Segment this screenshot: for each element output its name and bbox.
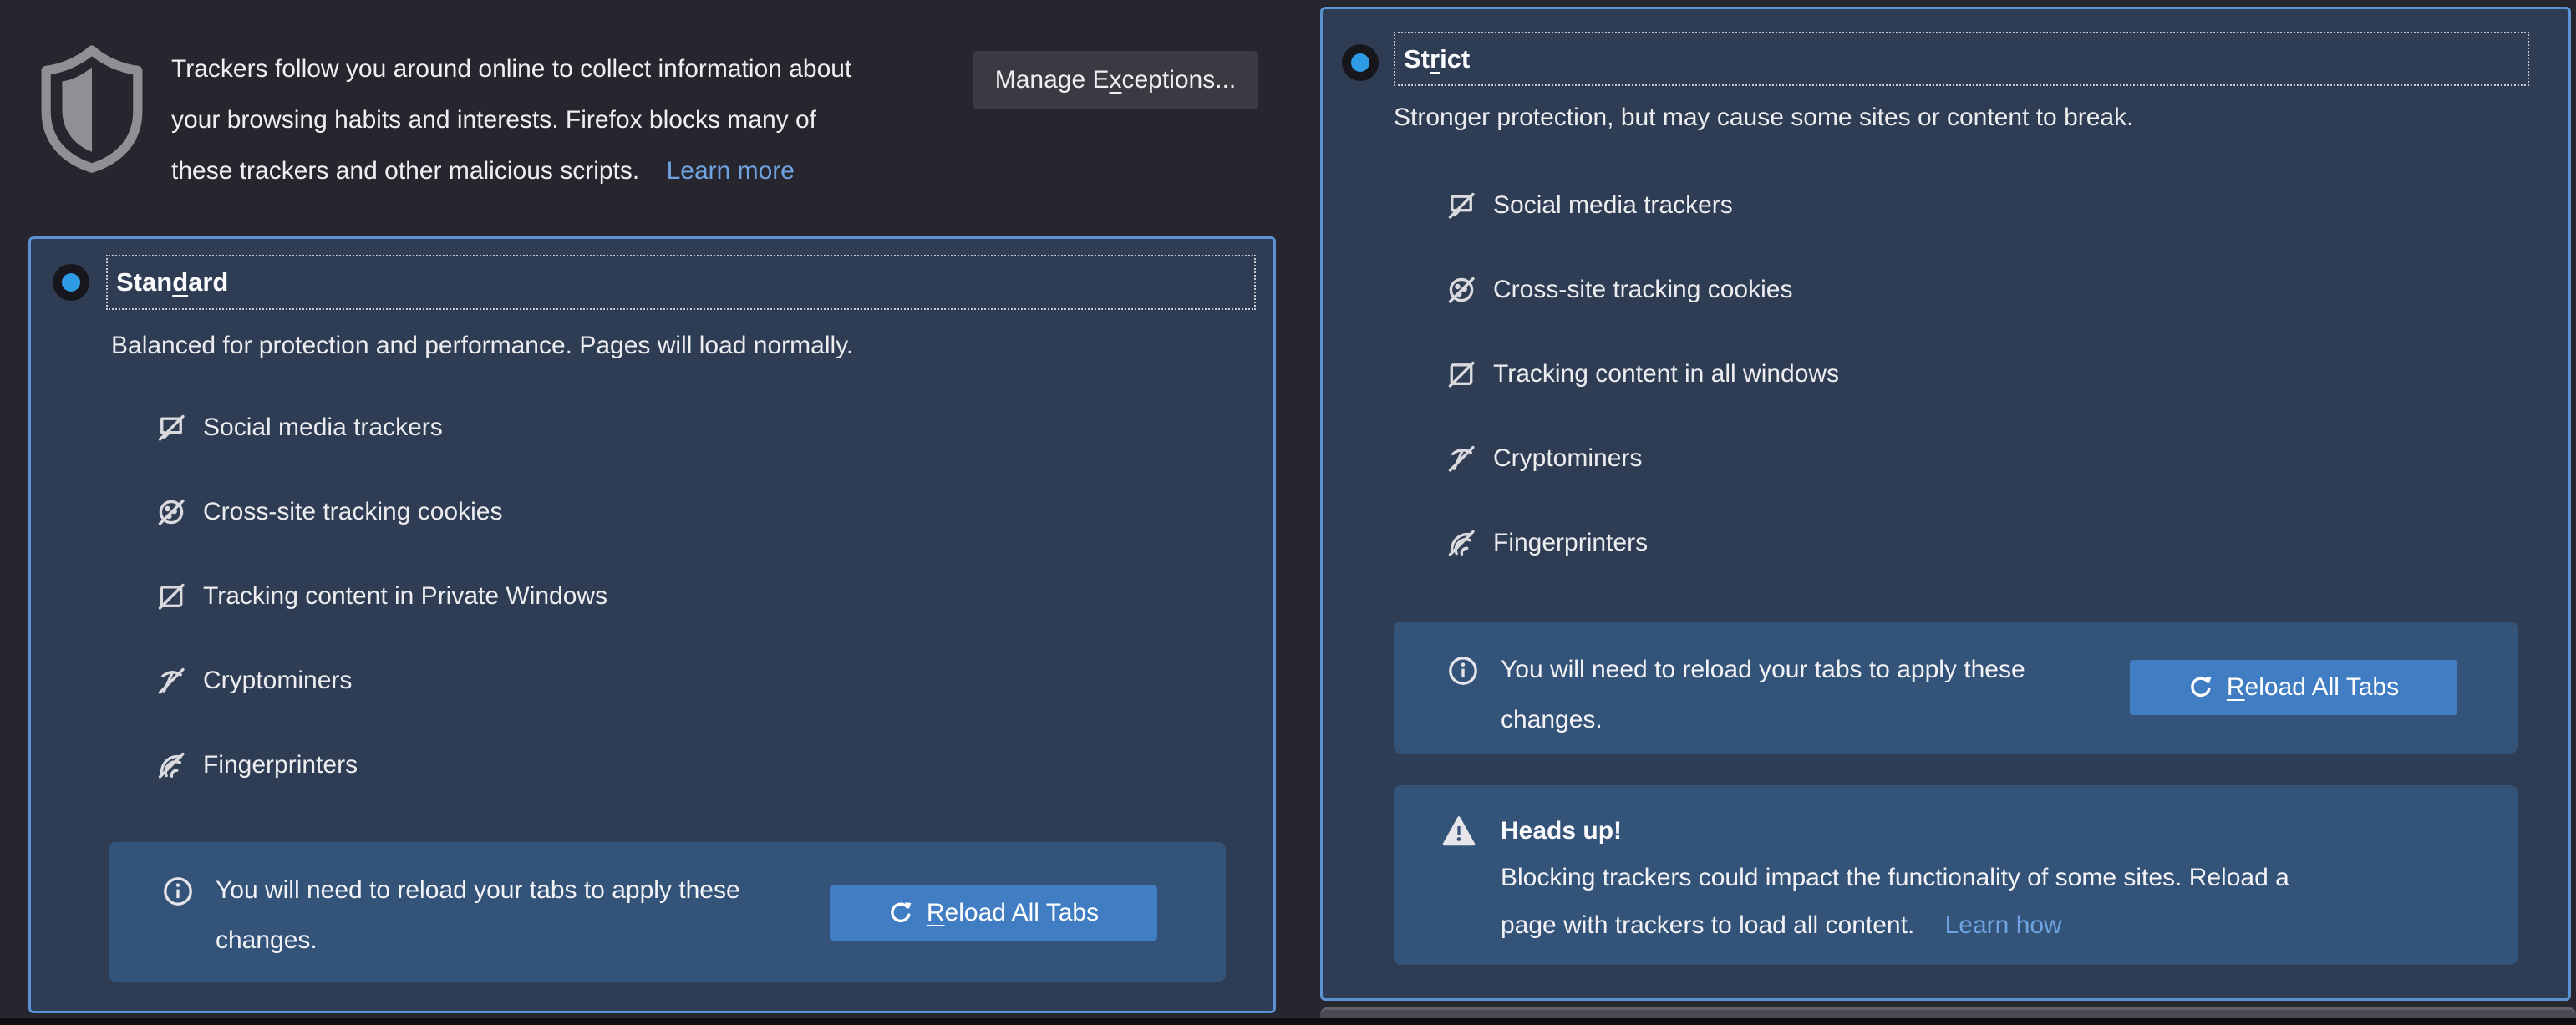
learn-how-link[interactable]: Learn how (1945, 911, 2062, 939)
fingerprinters-blocked-icon (158, 752, 185, 779)
standard-option-panel: Standard Balanced for protection and per… (28, 236, 1276, 1013)
info-icon (1449, 657, 1477, 685)
reload-notice-text: You will need to reload your tabs to app… (216, 876, 740, 954)
list-item: Cryptominers (1446, 440, 1642, 477)
list-item: Social media trackers (1446, 187, 1733, 224)
strict-radio[interactable] (1342, 44, 1379, 81)
standard-label[interactable]: Standard (106, 255, 1256, 310)
reload-icon (891, 902, 912, 923)
tracking-protection-description: Trackers follow you around online to col… (171, 43, 973, 196)
standard-radio[interactable] (53, 264, 89, 301)
reload-all-tabs-button[interactable]: Reload All Tabs (830, 885, 1157, 941)
list-item: Social media trackers (156, 409, 443, 446)
reload-notice-bar: You will need to reload your tabs to app… (1394, 622, 2518, 754)
reload-all-tabs-button[interactable]: Reload All Tabs (2130, 660, 2457, 715)
list-item: Tracking content in all windows (1446, 356, 1839, 393)
intro-line-2: your browsing habits and interests. Fire… (171, 106, 817, 134)
strict-description: Stronger protection, but may cause some … (1394, 104, 2134, 131)
cross-site-cookies-blocked-icon (1448, 277, 1475, 303)
tracking-content-blocked-icon (158, 583, 185, 610)
cryptominers-blocked-icon (158, 667, 185, 694)
list-item: Cryptominers (156, 662, 352, 699)
standard-description: Balanced for protection and performance.… (111, 332, 854, 359)
social-media-trackers-blocked-icon (1448, 192, 1475, 219)
info-icon (164, 877, 192, 906)
intro-line-1: Trackers follow you around online to col… (171, 55, 852, 83)
shield-icon (38, 40, 146, 175)
manage-exceptions-button[interactable]: Manage Exceptions... (973, 51, 1258, 109)
list-item: Cross-site tracking cookies (1446, 271, 1792, 308)
list-item: Fingerprinters (1446, 525, 1648, 561)
list-item: Fingerprinters (156, 747, 358, 784)
page-bottom-edge (0, 1018, 2576, 1025)
reload-notice-bar: You will need to reload your tabs to app… (109, 842, 1226, 982)
warning-title: Heads up! (1501, 817, 1623, 845)
strict-option-panel: Strict Stronger protection, but may caus… (1320, 7, 2571, 1001)
strict-label[interactable]: Strict (1394, 32, 2529, 86)
list-item: Tracking content in Private Windows (156, 578, 607, 615)
warning-body: Blocking trackers could impact the funct… (1501, 864, 2289, 939)
cryptominers-blocked-icon (1448, 445, 1475, 472)
reload-icon (2191, 677, 2212, 698)
fingerprinters-blocked-icon (1448, 530, 1475, 556)
list-item: Cross-site tracking cookies (156, 494, 502, 530)
firefox-tracking-protection-settings: { "intro": { "line1": "Trackers follow y… (0, 0, 2576, 1025)
custom-option-panel-top-edge (1320, 1007, 2576, 1019)
tracking-content-blocked-icon (1448, 361, 1475, 388)
intro-line-3: these trackers and other malicious scrip… (171, 157, 795, 185)
heads-up-warning-box: Heads up! Blocking trackers could impact… (1394, 785, 2518, 965)
learn-more-link[interactable]: Learn more (667, 157, 795, 185)
warning-icon (1442, 816, 1476, 846)
reload-notice-text: You will need to reload your tabs to app… (1501, 656, 2025, 733)
cross-site-cookies-blocked-icon (158, 499, 185, 525)
social-media-trackers-blocked-icon (158, 414, 185, 441)
